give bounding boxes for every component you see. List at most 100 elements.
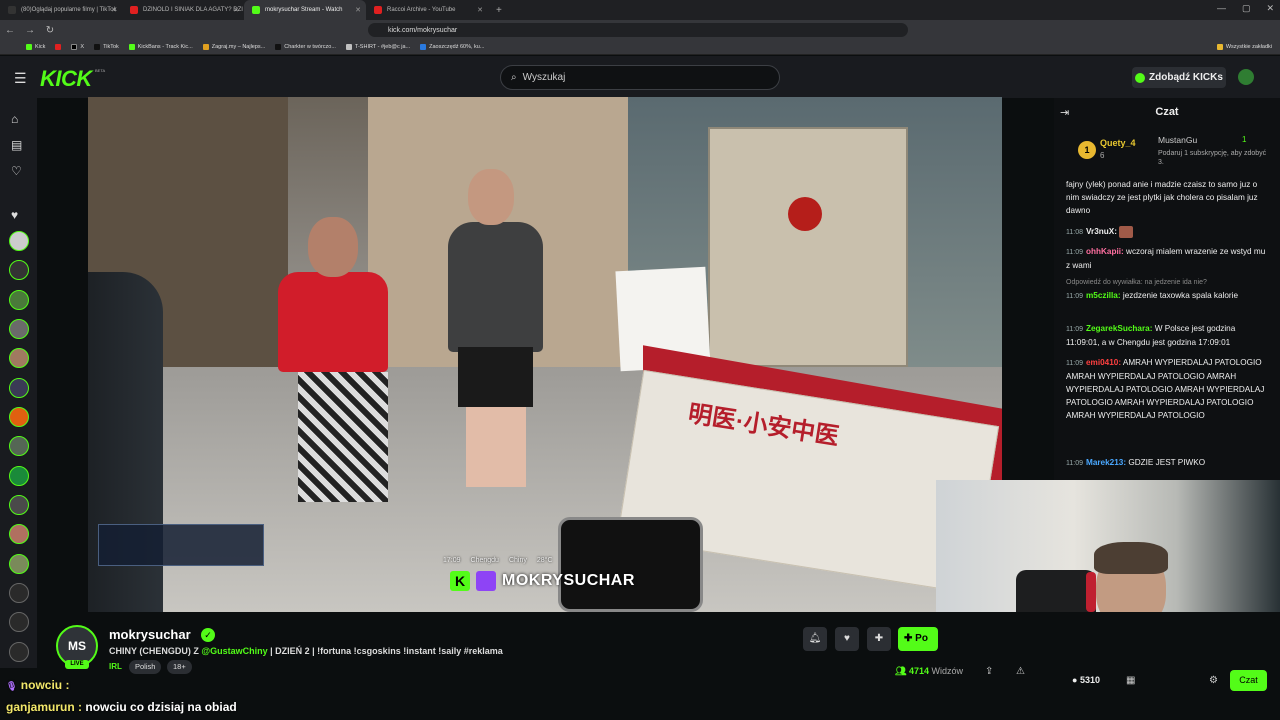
gift-leaderboard: 1 Quety_4 6 MustanGu 1 Podaruj 1 subskry… xyxy=(1066,131,1266,173)
like-heart-icon[interactable]: ♥ xyxy=(835,627,859,651)
category-link[interactable]: IRL xyxy=(109,662,122,671)
forward-icon[interactable]: → xyxy=(20,25,40,36)
message-user[interactable]: ohhKapii: xyxy=(1086,247,1124,256)
bookmark[interactable]: KickBans - Track Kic... xyxy=(128,44,193,50)
chat-button[interactable]: Czat xyxy=(1230,670,1267,691)
tab-label: (80)Oglądaj popularne filmy | TikTok xyxy=(21,7,117,13)
channel-avatar[interactable] xyxy=(9,642,29,662)
bookmark[interactable]: TikTok xyxy=(94,44,119,50)
message-user[interactable]: ZegarekSuchara: xyxy=(1086,324,1152,333)
browser-tab[interactable]: Raccoi Archive - YouTube ✕ xyxy=(366,0,488,20)
message-time: 11:09 xyxy=(1066,249,1083,256)
channel-avatar[interactable] xyxy=(9,612,29,632)
browser-tab-bar: (80)Oglądaj popularne filmy | TikTok ✕ DZ… xyxy=(0,0,1280,20)
follow-label: Po xyxy=(915,633,928,644)
channel-avatar[interactable] xyxy=(9,583,29,603)
new-tab-button[interactable]: + xyxy=(488,0,510,20)
chat-reply-context: Odpowiedź do wywiałka: na jedzenie ida n… xyxy=(1066,276,1266,289)
bookmarks-bar: Kick X TikTok KickBans - Track Kic... Za… xyxy=(0,40,1280,55)
site-icon xyxy=(202,44,209,50)
channel-avatar[interactable] xyxy=(9,466,29,486)
following-icon[interactable]: ♡ xyxy=(11,164,22,178)
minimize-icon[interactable]: — xyxy=(1217,3,1226,14)
tag-language[interactable]: Polish xyxy=(129,660,162,674)
all-bookmarks[interactable]: Wszystkie zakładki xyxy=(1216,44,1272,50)
channel-avatar[interactable] xyxy=(9,290,29,310)
bookmark[interactable]: Charkter w twórczo... xyxy=(275,44,336,50)
back-icon[interactable]: ← xyxy=(0,25,20,36)
share-icon[interactable]: ⇪ xyxy=(985,666,993,677)
overlay-user: nowciu : xyxy=(20,678,70,692)
channel-avatar[interactable] xyxy=(9,231,29,251)
channel-avatar[interactable] xyxy=(9,348,29,368)
channel-avatar[interactable] xyxy=(9,378,29,398)
bookmark-label: KickBans - Track Kic... xyxy=(137,44,193,50)
user-avatar[interactable] xyxy=(1238,69,1254,85)
channel-avatar[interactable] xyxy=(9,554,29,574)
browse-icon[interactable]: ▤ xyxy=(11,138,22,152)
channel-avatar[interactable] xyxy=(9,260,29,280)
kick-icon xyxy=(26,44,32,50)
browser-tab-active[interactable]: mokrysuchar Stream - Watch ✕ xyxy=(244,0,366,20)
channel-avatar[interactable] xyxy=(9,436,29,456)
bookmark[interactable]: X xyxy=(71,44,84,50)
tiktok-icon xyxy=(94,44,101,50)
channel-avatar[interactable] xyxy=(9,407,29,427)
video-player[interactable]: 明医·小安中医 17:09 Chengdu Chiny 28°C K MOKRY… xyxy=(88,97,1002,612)
close-icon[interactable]: ✕ xyxy=(355,6,361,14)
close-icon[interactable]: ✕ xyxy=(111,6,117,14)
video-scene xyxy=(468,169,514,225)
bookmark[interactable]: T-SHIRT - #jeb@c ja... xyxy=(345,44,411,50)
leader-name: MustanGu xyxy=(1158,135,1198,145)
channel-avatar[interactable] xyxy=(9,495,29,515)
browser-tab[interactable]: (80)Oglądaj popularne filmy | TikTok ✕ xyxy=(0,0,122,20)
gift-prompt[interactable]: Podaruj 1 subskrypcję, aby zdobyć 3. xyxy=(1158,149,1268,167)
reload-icon[interactable]: ↻ xyxy=(40,25,60,36)
bookmark[interactable] xyxy=(55,44,62,50)
home-icon[interactable]: ⌂ xyxy=(11,112,18,126)
title-mention[interactable]: @GustawChiny xyxy=(201,646,267,656)
hud-temp: 28°C xyxy=(536,557,553,564)
bookmark-label: Kick xyxy=(35,44,46,50)
bookmark-label: Wszystkie zakładki xyxy=(1225,44,1272,50)
tiktok-icon xyxy=(275,44,282,50)
browser-tab[interactable]: DZINOLD I SINIAK DLA AGATY? DZI ✕ xyxy=(122,0,244,20)
search-placeholder: Wyszukaj xyxy=(522,72,566,83)
bookmark[interactable]: Kick xyxy=(26,44,45,50)
search-input[interactable]: ⌕ Wyszukaj xyxy=(500,65,780,90)
close-icon[interactable]: ✕ xyxy=(477,6,483,14)
tiktok-icon xyxy=(8,6,16,14)
video-scene xyxy=(708,127,908,367)
message-user[interactable]: emi0410: xyxy=(1086,358,1121,367)
clip-icon[interactable]: ✚ xyxy=(867,627,891,651)
twitch-icon xyxy=(476,571,496,591)
maximize-icon[interactable]: ▢ xyxy=(1242,3,1251,14)
follow-button[interactable]: ✚ Po xyxy=(898,627,938,651)
kick-logo[interactable]: KICK xyxy=(40,66,92,92)
message-user[interactable]: Vr3nuX: xyxy=(1086,227,1117,236)
close-icon[interactable]: ✕ xyxy=(233,6,239,14)
bookmark[interactable]: Zaoszczędź 60%, ku... xyxy=(420,44,484,50)
settings-gear-icon[interactable]: ⚙ xyxy=(1209,675,1218,686)
message-user[interactable]: Marek213: xyxy=(1086,458,1126,467)
viewer-count: 👥︎ 4714 Widzów xyxy=(895,666,963,676)
sidebar: ⌂ ▤ ♡ ♥ xyxy=(0,98,37,668)
message-user[interactable]: m5czilla: xyxy=(1086,291,1121,300)
tag-age[interactable]: 18+ xyxy=(167,660,192,674)
notification-bell-icon[interactable]: 🔔︎ xyxy=(803,627,827,651)
menu-icon[interactable]: ☰ xyxy=(14,70,27,87)
channel-name[interactable]: mokrysuchar xyxy=(109,627,191,642)
close-window-icon[interactable]: ✕ xyxy=(1266,3,1274,14)
channel-avatar[interactable] xyxy=(9,524,29,544)
search-icon: ⌕ xyxy=(511,72,517,83)
channel-avatar[interactable] xyxy=(9,319,29,339)
kick-icon xyxy=(128,44,135,50)
bookmark-label: T-SHIRT - #jeb@c ja... xyxy=(354,44,411,50)
address-bar[interactable]: kick.com/mokrysuchar xyxy=(368,23,908,37)
x-icon xyxy=(71,44,78,50)
bookmark[interactable]: Zagraj.my – Najleps... xyxy=(202,44,265,50)
get-kicks-button[interactable]: Zdobądź KICKs xyxy=(1132,67,1226,88)
report-icon[interactable]: ⚠ xyxy=(1016,666,1025,677)
watermark-name: MOKRYSUCHAR xyxy=(502,572,635,589)
store-icon[interactable]: ▦ xyxy=(1126,675,1135,686)
